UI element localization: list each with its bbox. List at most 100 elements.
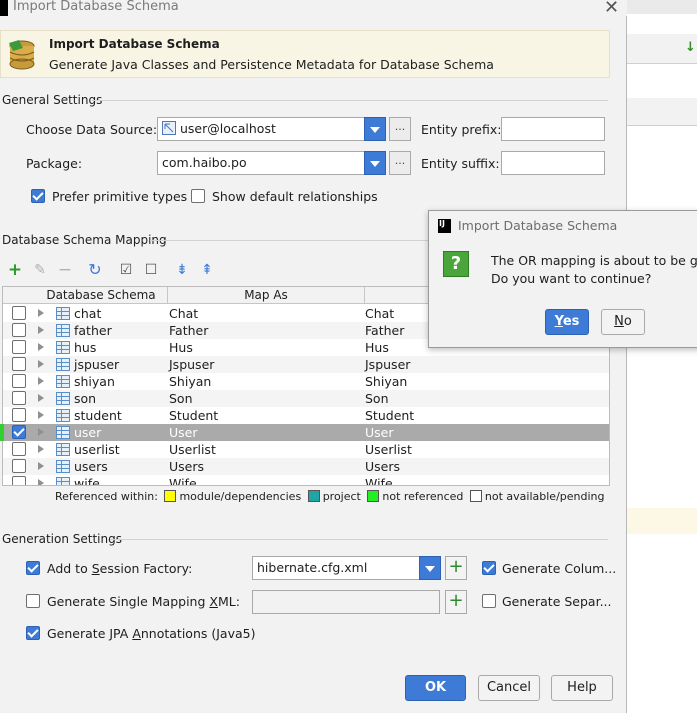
cell-entity[interactable]: Hus <box>365 340 389 355</box>
table-row[interactable]: shiyan Shiyan Shiyan <box>3 373 609 390</box>
table-row[interactable]: jspuser Jspuser Jspuser <box>3 356 609 373</box>
legend-swatch-not-referenced <box>367 490 380 502</box>
expand-arrow-icon[interactable] <box>38 428 44 436</box>
expand-arrow-icon[interactable] <box>38 309 44 317</box>
no-button[interactable]: No <box>601 309 645 335</box>
ok-button[interactable]: OK <box>405 675 466 701</box>
cell-entity[interactable]: Shiyan <box>365 374 407 389</box>
cell-map-as[interactable]: Student <box>169 408 218 423</box>
data-source-combo[interactable]: user@localhost <box>157 117 365 141</box>
cell-map-as[interactable]: Users <box>169 459 204 474</box>
row-checkbox[interactable] <box>12 357 26 371</box>
package-browse-button[interactable]: ... <box>389 151 411 175</box>
cell-map-as[interactable]: Jspuser <box>169 357 214 372</box>
expand-arrow-icon[interactable] <box>38 411 44 419</box>
add-icon[interactable]: + <box>7 262 23 279</box>
cell-entity[interactable]: Son <box>365 391 389 406</box>
edit-icon[interactable]: ✎ <box>32 262 48 278</box>
session-factory-dropdown-arrow[interactable] <box>419 556 441 580</box>
expand-arrow-icon[interactable] <box>38 377 44 385</box>
expand-arrow-icon[interactable] <box>38 326 44 334</box>
cell-map-as[interactable]: Userlist <box>169 442 216 457</box>
cell-entity[interactable]: Userlist <box>365 442 412 457</box>
show-relationships-checkbox[interactable] <box>191 189 205 203</box>
cell-entity[interactable]: Users <box>365 459 400 474</box>
table-row[interactable]: son Son Son <box>3 390 609 407</box>
cell-map-as[interactable]: Father <box>169 323 208 338</box>
entity-suffix-input[interactable] <box>501 151 605 175</box>
question-icon: ? <box>443 251 469 277</box>
reference-legend: Referenced within: module/dependencies p… <box>55 490 605 503</box>
session-factory-label: Add to Session Factory: <box>47 561 193 576</box>
generate-columns-checkbox[interactable] <box>482 561 496 575</box>
package-combo[interactable]: com.haibo.po <box>157 151 365 175</box>
row-checkbox[interactable] <box>12 391 26 405</box>
table-row[interactable]: users Users Users <box>3 458 609 475</box>
collapse-all-icon[interactable]: ⇞ <box>199 262 215 278</box>
column-header-map-as[interactable]: Map As <box>168 288 364 302</box>
expand-arrow-icon[interactable] <box>38 479 44 485</box>
expand-arrow-icon[interactable] <box>38 445 44 453</box>
cell-map-as[interactable]: Chat <box>169 306 198 321</box>
session-factory-combo[interactable]: hibernate.cfg.xml <box>252 556 420 580</box>
single-mapping-input[interactable] <box>252 590 440 614</box>
table-row[interactable]: userlist Userlist Userlist <box>3 441 609 458</box>
cell-entity[interactable]: Wife <box>365 476 393 485</box>
entity-prefix-input[interactable] <box>501 117 605 141</box>
package-dropdown-arrow[interactable] <box>364 151 386 175</box>
table-row[interactable]: user User User <box>3 424 609 441</box>
yes-button[interactable]: Yes <box>545 309 589 335</box>
data-source-browse-button[interactable]: ... <box>389 117 411 141</box>
legend-swatch-project <box>307 490 320 502</box>
prefer-primitive-checkbox[interactable] <box>31 189 45 203</box>
cell-entity[interactable]: Jspuser <box>365 357 410 372</box>
row-checkbox[interactable] <box>12 442 26 456</box>
expand-arrow-icon[interactable] <box>38 360 44 368</box>
cell-entity[interactable]: User <box>365 425 394 440</box>
cell-map-as[interactable]: User <box>169 425 198 440</box>
cell-entity[interactable]: Student <box>365 408 414 423</box>
column-header-schema[interactable]: Database Schema <box>36 288 166 302</box>
cell-schema: father <box>74 323 112 338</box>
header-title: Import Database Schema <box>49 37 220 51</box>
cell-entity[interactable]: Father <box>365 323 404 338</box>
single-mapping-checkbox[interactable] <box>26 594 40 608</box>
add-session-factory-button[interactable]: + <box>445 556 467 580</box>
cell-map-as[interactable]: Shiyan <box>169 374 211 389</box>
package-label: Package: <box>26 156 83 171</box>
expand-arrow-icon[interactable] <box>38 462 44 470</box>
data-source-value: user@localhost <box>179 121 276 136</box>
cell-map-as[interactable]: Son <box>169 391 193 406</box>
refresh-icon[interactable]: ↻ <box>87 262 103 278</box>
row-checkbox[interactable] <box>12 306 26 320</box>
cell-map-as[interactable]: Wife <box>169 476 197 485</box>
row-checkbox[interactable] <box>12 459 26 473</box>
jpa-annotations-checkbox[interactable] <box>26 626 40 640</box>
row-checkbox[interactable] <box>12 340 26 354</box>
data-source-dropdown-arrow[interactable] <box>364 117 386 141</box>
table-row[interactable]: student Student Student <box>3 407 609 424</box>
help-button[interactable]: Help <box>551 675 613 701</box>
row-checkbox[interactable] <box>12 425 26 439</box>
row-checkbox[interactable] <box>12 408 26 422</box>
uncheck-all-icon[interactable]: ☐ <box>143 262 159 278</box>
expand-arrow-icon[interactable] <box>38 394 44 402</box>
bg-ide-tabbar <box>627 98 697 126</box>
row-checkbox[interactable] <box>12 323 26 337</box>
cell-map-as[interactable]: Hus <box>169 340 193 355</box>
remove-icon[interactable]: − <box>57 262 73 279</box>
check-all-icon[interactable]: ☑ <box>118 262 134 278</box>
session-factory-checkbox[interactable] <box>26 561 40 575</box>
close-icon[interactable]: ✕ <box>604 0 619 18</box>
expand-arrow-icon[interactable] <box>38 343 44 351</box>
show-relationships-label: Show default relationships <box>212 189 378 204</box>
table-row[interactable]: wife Wife Wife <box>3 475 609 485</box>
generate-separate-checkbox[interactable] <box>482 594 496 608</box>
cancel-button[interactable]: Cancel <box>478 675 540 701</box>
row-checkbox[interactable] <box>12 374 26 388</box>
cell-entity[interactable]: Chat <box>365 306 394 321</box>
cell-schema: chat <box>74 306 102 321</box>
add-single-mapping-button[interactable]: + <box>445 590 467 614</box>
row-checkbox[interactable] <box>12 476 26 485</box>
expand-all-icon[interactable]: ⇟ <box>174 262 190 278</box>
